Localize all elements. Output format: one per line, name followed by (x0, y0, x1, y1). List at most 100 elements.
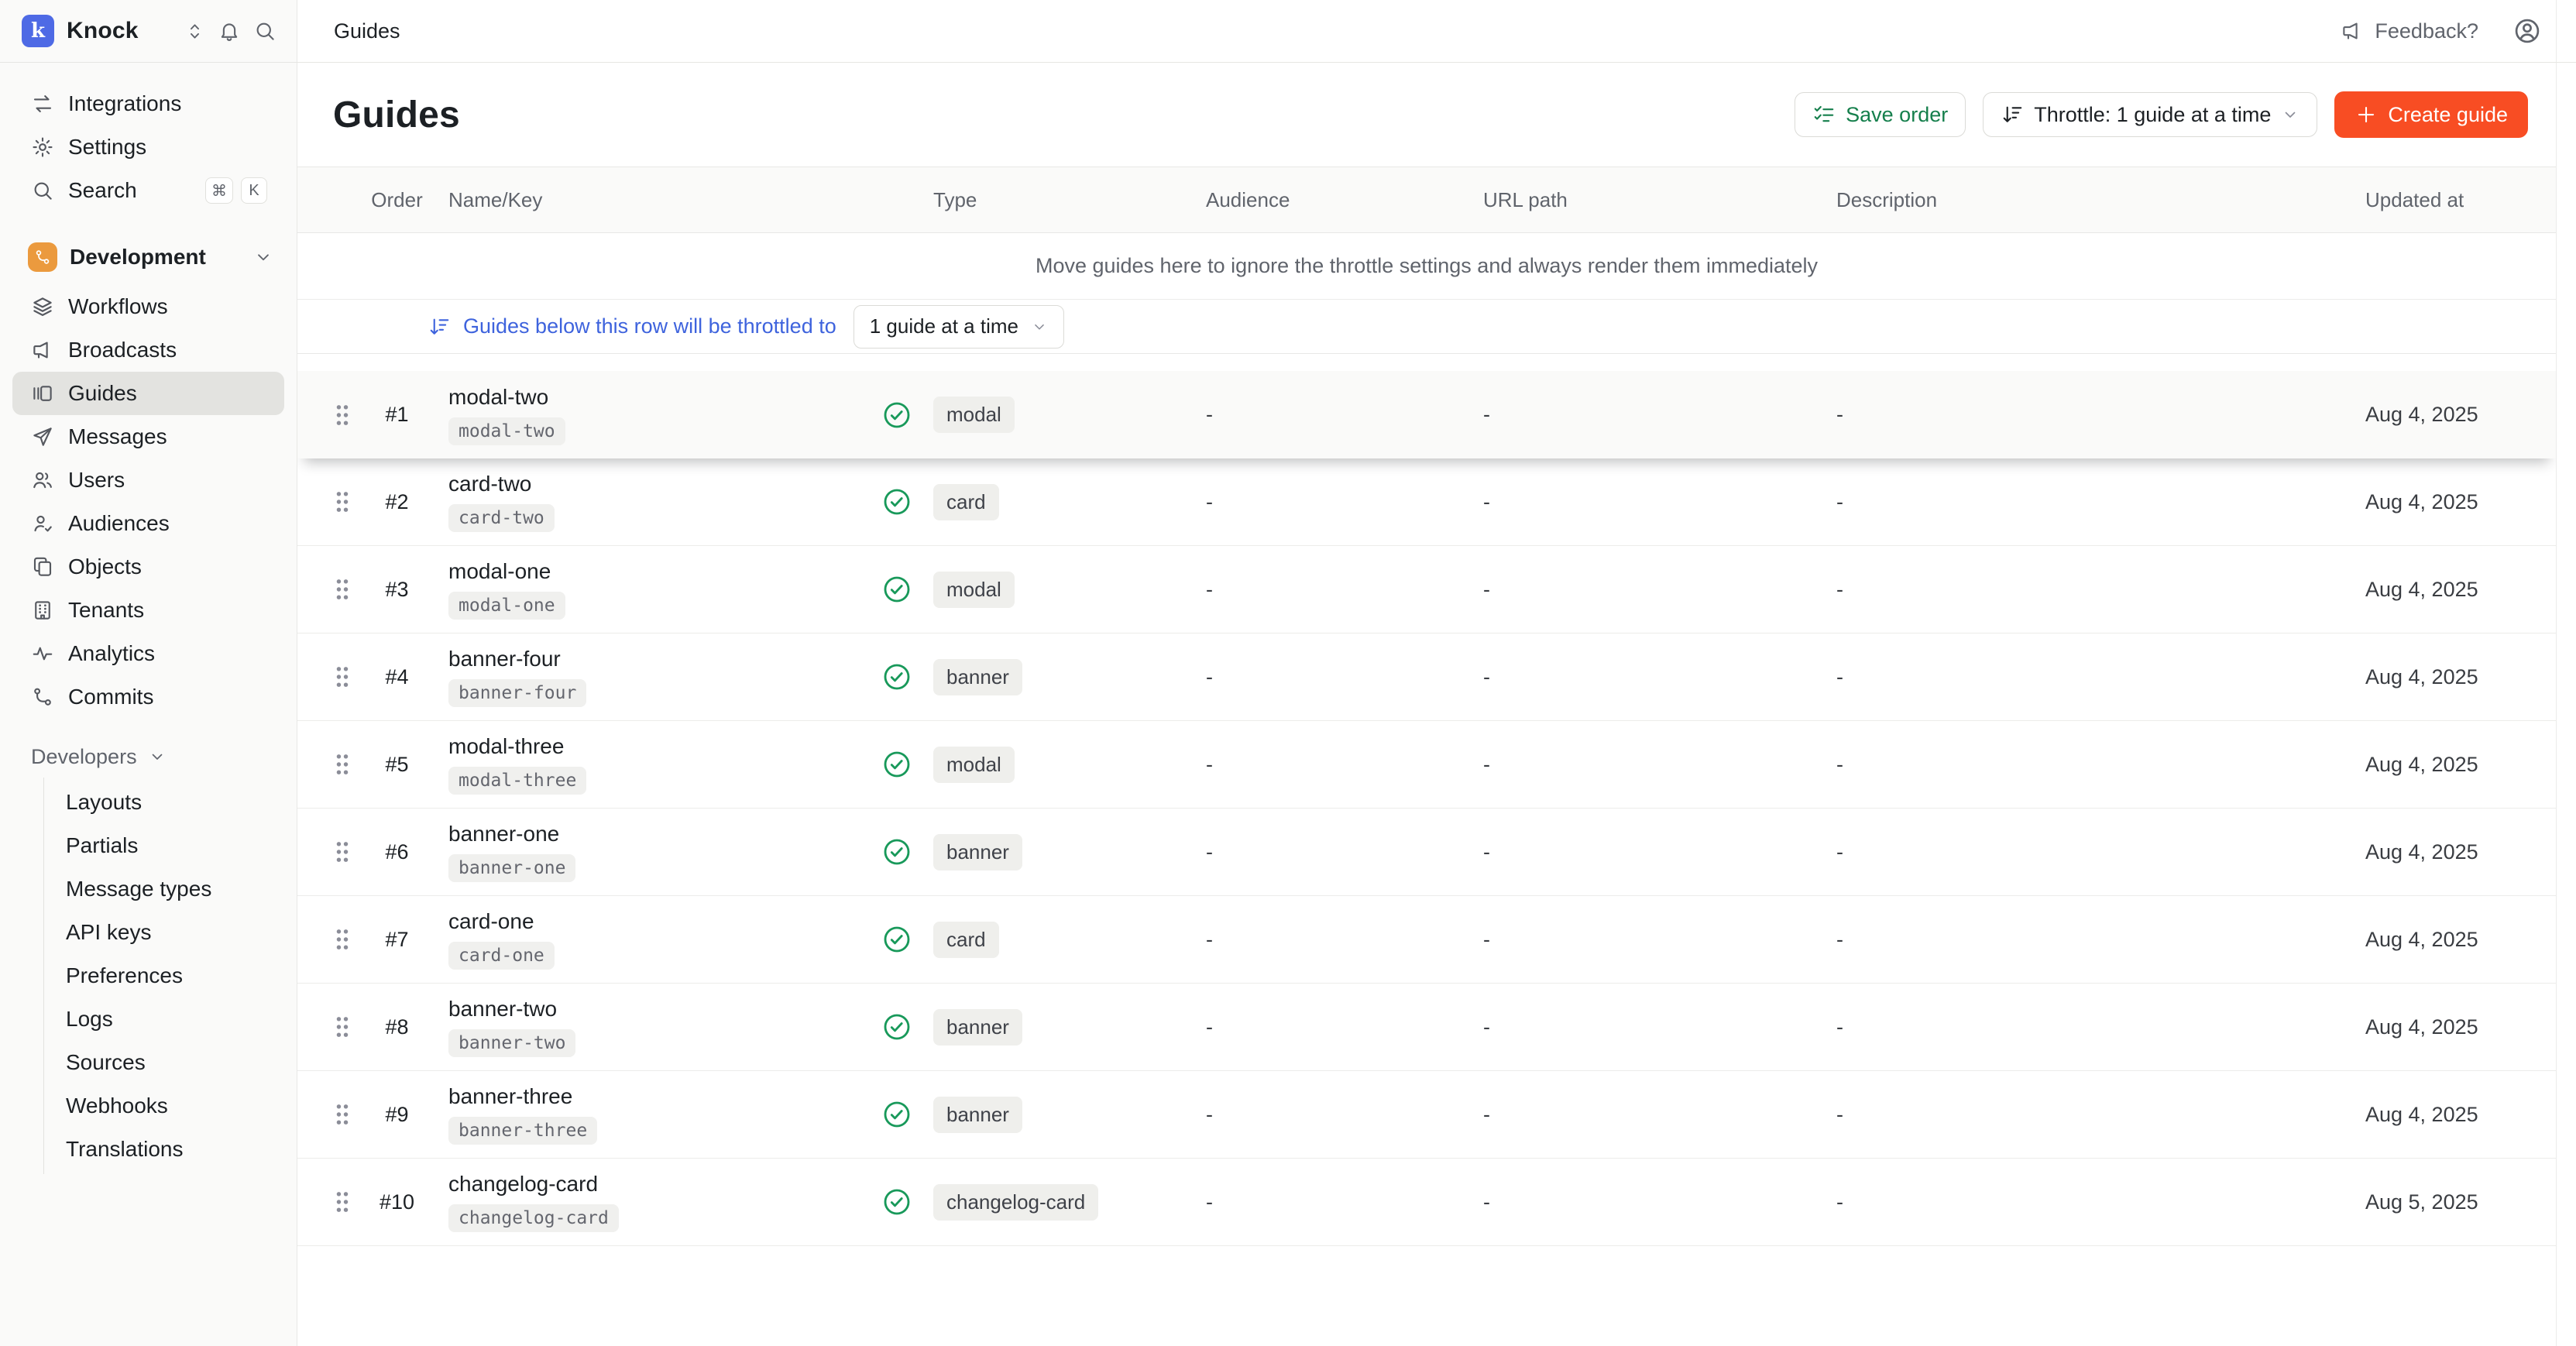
column-header-order: Order (364, 188, 430, 212)
status-active-check-icon (881, 924, 912, 955)
sidebar-item[interactable]: Commits (12, 675, 284, 719)
table-row[interactable]: #8 banner-two banner-two banner - - - Au… (297, 984, 2556, 1071)
sidebar-subitem[interactable]: Layouts (44, 781, 297, 824)
table-row[interactable]: #9 banner-three banner-three banner - - … (297, 1071, 2556, 1159)
developers-section-header[interactable]: Developers (12, 739, 284, 774)
save-order-button[interactable]: Save order (1795, 92, 1966, 137)
throttle-count-value: 1 guide at a time (870, 314, 1018, 338)
sidebar-subitem[interactable]: Logs (44, 997, 297, 1041)
guide-name: card-one (448, 909, 534, 934)
throttle-divider-row: Guides below this row will be throttled … (297, 300, 2556, 354)
sidebar-item[interactable]: Settings (12, 125, 284, 169)
sidebar-subitem[interactable]: Webhooks (44, 1084, 297, 1128)
drag-handle[interactable] (333, 839, 352, 865)
throttle-count-dropdown[interactable]: 1 guide at a time (854, 305, 1064, 349)
feedback-label: Feedback? (2375, 19, 2478, 43)
order-number: #1 (364, 403, 430, 427)
sidebar-item[interactable]: Users (12, 458, 284, 502)
chevron-down-icon (2281, 105, 2300, 124)
drag-handle[interactable] (333, 489, 352, 515)
breadcrumb: Guides (334, 19, 400, 43)
guide-key-badge: banner-one (448, 854, 575, 882)
shortcut-keys: ⌘ K (205, 177, 267, 204)
sidebar-item-label: Integrations (68, 91, 181, 116)
table-row[interactable]: #5 modal-three modal-three modal - - - A… (297, 721, 2556, 809)
search-icon[interactable] (253, 19, 276, 43)
sidebar-subitem[interactable]: Message types (44, 867, 297, 911)
audience-value: - (1197, 753, 1475, 777)
guide-key-badge: card-one (448, 942, 555, 970)
feedback-link[interactable]: Feedback? (2341, 19, 2478, 43)
drag-handle[interactable] (333, 576, 352, 603)
sidebar-subitem-label: Partials (66, 833, 138, 858)
sidebar-item-icon (31, 382, 54, 405)
column-header-description: Description (1828, 188, 2354, 212)
guide-name: card-two (448, 472, 531, 496)
audience-value: - (1197, 403, 1475, 427)
user-avatar-icon[interactable] (2512, 16, 2542, 46)
table-row[interactable]: #7 card-one card-one card - - - Aug 4, 2… (297, 896, 2556, 984)
sidebar-item-label: Analytics (68, 641, 155, 666)
sidebar-item[interactable]: Audiences (12, 502, 284, 545)
sidebar-subitem[interactable]: API keys (44, 911, 297, 954)
drag-handle[interactable] (333, 926, 352, 953)
sidebar-item[interactable]: Tenants (12, 589, 284, 632)
workspace-switcher-icon[interactable] (184, 21, 205, 42)
drag-handle[interactable] (333, 1014, 352, 1040)
guide-name: modal-three (448, 734, 564, 759)
sidebar-subitem[interactable]: Translations (44, 1128, 297, 1171)
description-value: - (1828, 665, 2354, 689)
sidebar-item-label: Workflows (68, 294, 168, 319)
throttle-dropdown-button[interactable]: Throttle: 1 guide at a time (1983, 92, 2317, 137)
order-number: #10 (364, 1190, 430, 1214)
drag-handle[interactable] (333, 664, 352, 690)
type-badge: banner (933, 659, 1022, 695)
sidebar-item[interactable]: Integrations (12, 82, 284, 125)
sidebar-subitem[interactable]: Preferences (44, 954, 297, 997)
sidebar-subitem[interactable]: Partials (44, 824, 297, 867)
url-path-value: - (1475, 840, 1828, 864)
table-row[interactable]: #10 changelog-card changelog-card change… (297, 1159, 2556, 1246)
table-row[interactable]: #4 banner-four banner-four banner - - - … (297, 634, 2556, 721)
table-row[interactable]: #2 card-two card-two card - - - Aug 4, 2… (297, 458, 2556, 546)
updated-at-value: Aug 4, 2025 (2354, 928, 2556, 952)
sidebar-subitem[interactable]: Sources (44, 1041, 297, 1084)
notifications-bell-icon[interactable] (218, 19, 241, 43)
sidebar-top-nav: Integrations Settings Search ⌘ K (0, 62, 297, 212)
status-active-check-icon (881, 1099, 912, 1130)
description-value: - (1828, 490, 2354, 514)
sidebar-item-icon (31, 642, 54, 665)
sidebar-item-icon (31, 555, 54, 579)
table-row[interactable]: #1 modal-two modal-two modal - - - Aug 4… (297, 371, 2556, 458)
sidebar-item[interactable]: Messages (12, 415, 284, 458)
table-body: #1 modal-two modal-two modal - - - Aug 4… (297, 371, 2556, 1246)
sidebar-item[interactable]: Guides (12, 372, 284, 415)
sidebar-subitem-label: Message types (66, 877, 211, 901)
sidebar-item[interactable]: Broadcasts (12, 328, 284, 372)
sidebar-item[interactable]: Search ⌘ K (12, 169, 284, 212)
order-number: #5 (364, 753, 430, 777)
sidebar-item[interactable]: Objects (12, 545, 284, 589)
create-guide-button[interactable]: Create guide (2334, 91, 2528, 138)
unthrottled-drop-zone[interactable]: Move guides here to ignore the throttle … (297, 233, 2556, 300)
sidebar-item-label: Users (68, 468, 125, 493)
cmd-keycap: ⌘ (205, 177, 233, 204)
environment-switcher[interactable]: Development (12, 234, 284, 280)
status-active-check-icon (881, 574, 912, 605)
table-row[interactable]: #6 banner-one banner-one banner - - - Au… (297, 809, 2556, 896)
drag-handle[interactable] (333, 1101, 352, 1128)
drag-handle[interactable] (333, 402, 352, 428)
sidebar-item[interactable]: Workflows (12, 285, 284, 328)
type-badge: modal (933, 747, 1015, 783)
updated-at-value: Aug 4, 2025 (2354, 1015, 2556, 1039)
sidebar-item-icon (31, 425, 54, 448)
status-active-check-icon (881, 661, 912, 692)
drag-handle[interactable] (333, 751, 352, 778)
updated-at-value: Aug 4, 2025 (2354, 840, 2556, 864)
sidebar-item[interactable]: Analytics (12, 632, 284, 675)
knock-logo: k (22, 15, 54, 47)
scrollbar-track[interactable] (2556, 0, 2576, 1346)
table-row[interactable]: #3 modal-one modal-one modal - - - Aug 4… (297, 546, 2556, 634)
column-header-url-path: URL path (1475, 188, 1828, 212)
drag-handle[interactable] (333, 1189, 352, 1215)
